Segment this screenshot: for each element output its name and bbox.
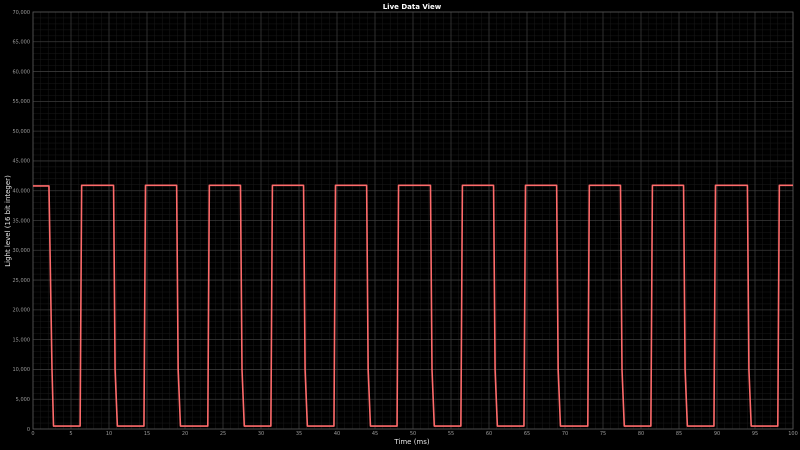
y-tick-label: 20,000 (13, 308, 31, 314)
live-data-chart: 0 5,000 10,000 15,000 20,000 25,000 30,000 35,0… (0, 0, 800, 450)
x-tick-label: 20 (182, 431, 188, 437)
x-tick-label: 95 (752, 431, 758, 437)
x-tick-label: 5 (69, 431, 72, 437)
x-tick-label: 35 (296, 431, 302, 437)
x-tick-label: 0 (31, 431, 34, 437)
x-tick-label: 85 (676, 431, 682, 437)
x-tick-label: 60 (486, 431, 492, 437)
x-tick-label: 50 (410, 431, 416, 437)
y-tick-label: 55,000 (13, 99, 31, 105)
x-tick-label: 90 (714, 431, 720, 437)
y-tick-label: 5,000 (16, 397, 30, 403)
x-tick-label: 30 (258, 431, 264, 437)
y-tick-label: 15,000 (13, 337, 31, 343)
y-tick-label: 40,000 (13, 189, 31, 195)
y-tick-label: 30,000 (13, 248, 31, 254)
y-tick-label: 10,000 (13, 367, 31, 373)
x-tick-label: 10 (106, 431, 112, 437)
y-tick-label: 25,000 (13, 278, 31, 284)
x-tick-label: 65 (524, 431, 530, 437)
y-tick-label: 60,000 (13, 69, 31, 75)
x-tick-label: 70 (562, 431, 568, 437)
x-tick-label: 15 (144, 431, 150, 437)
x-tick-label: 55 (448, 431, 454, 437)
y-tick-label: 70,000 (13, 10, 31, 16)
x-tick-label: 45 (372, 431, 378, 437)
y-tick-label: 45,000 (13, 159, 31, 165)
y-tick-label: 0 (27, 427, 30, 433)
y-axis-title: Light level (16 bit integer) (4, 175, 12, 267)
x-tick-label: 25 (220, 431, 226, 437)
x-tick-label: 80 (638, 431, 644, 437)
y-tick-label: 50,000 (13, 129, 31, 135)
chart-title: Live Data View (383, 3, 442, 11)
y-tick-label: 65,000 (13, 40, 31, 46)
x-tick-label: 100 (788, 431, 798, 437)
chart-background (0, 0, 800, 450)
x-axis-title: Time (ms) (393, 438, 430, 446)
y-tick-labels: 0 5,000 10,000 15,000 20,000 25,000 30,000 35,0… (13, 10, 31, 433)
x-tick-label: 75 (600, 431, 606, 437)
grid (32, 11, 794, 430)
x-tick-label: 40 (334, 431, 340, 437)
y-tick-label: 35,000 (13, 218, 31, 224)
